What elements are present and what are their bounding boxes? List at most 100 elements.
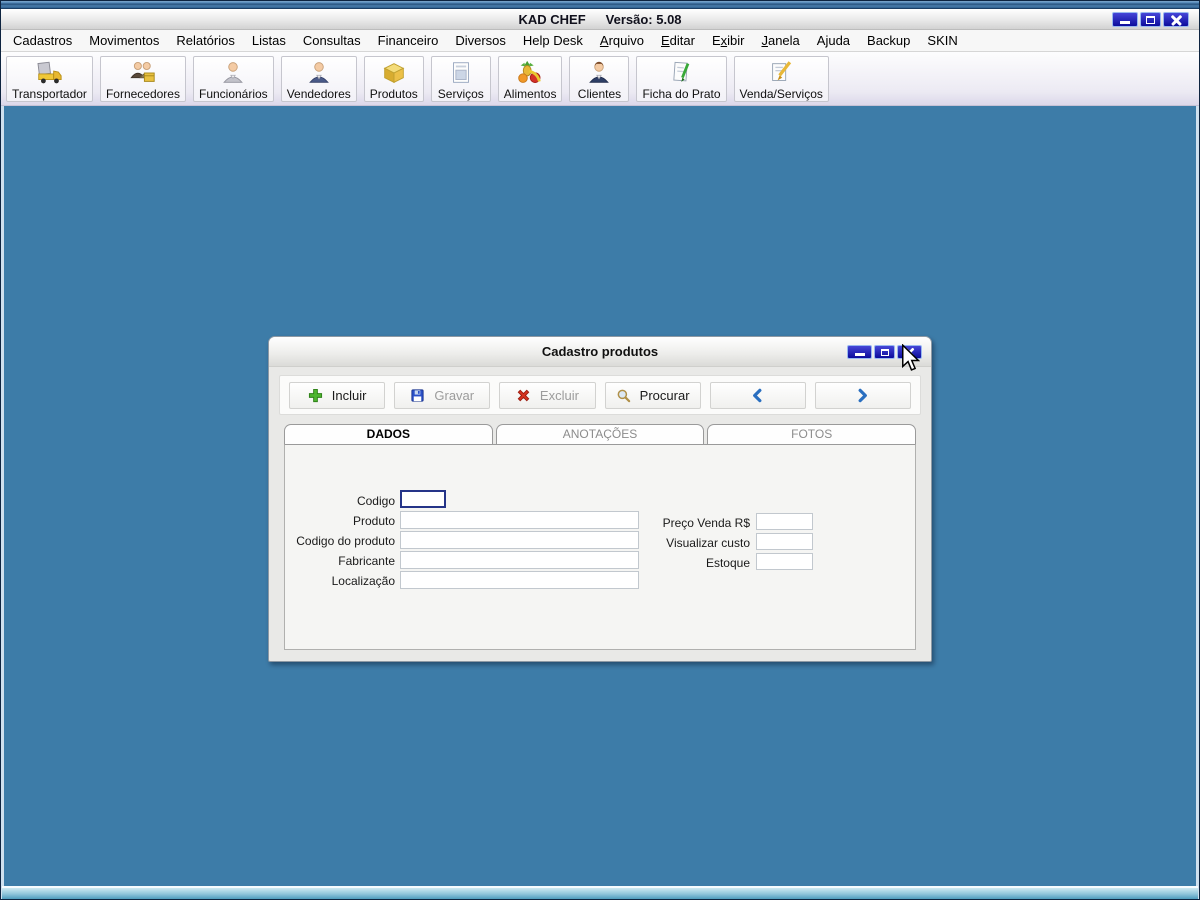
close-icon	[1171, 15, 1182, 25]
localizacao-input[interactable]	[400, 571, 639, 589]
menu-relatorios[interactable]: Relatórios	[176, 33, 235, 48]
fabricante-input[interactable]	[400, 551, 639, 569]
toolbar-label: Transportador	[12, 86, 87, 101]
previous-record-button[interactable]	[709, 381, 806, 409]
toolbar-produtos[interactable]: Produtos	[363, 55, 424, 102]
menu-ajuda[interactable]: Ajuda	[817, 33, 850, 48]
procurar-label: Procurar	[639, 387, 690, 403]
menu-backup[interactable]: Backup	[867, 33, 910, 48]
app-name: KAD CHEF	[518, 11, 586, 27]
menu-arquivo[interactable]: Arquivo	[600, 33, 644, 48]
window-frame-bottom	[2, 886, 1198, 899]
app-version: Versão: 5.08	[605, 11, 682, 27]
menu-skin[interactable]: SKIN	[927, 33, 957, 48]
toolbar: Transportador Fornecedores Funcionários …	[1, 52, 1199, 106]
dialog-minimize-button[interactable]	[847, 345, 872, 359]
preco-venda-input[interactable]	[756, 513, 813, 530]
tab-dados[interactable]: DADOS	[284, 424, 493, 444]
gravar-button[interactable]: Gravar	[394, 381, 491, 409]
toolbar-label: Vendedores	[286, 86, 351, 101]
tab-fotos[interactable]: FOTOS	[707, 424, 917, 444]
minimize-icon	[1120, 21, 1130, 24]
delete-x-icon	[517, 389, 530, 401]
toolbar-label: Serviços	[437, 86, 484, 101]
toolbar-transportador[interactable]: Transportador	[6, 55, 93, 102]
menu-janela[interactable]: Janela	[761, 33, 799, 48]
window-title: KAD CHEF Versão: 5.08	[518, 12, 681, 27]
toolbar-label: Fornecedores	[105, 86, 180, 101]
dialog-close-button[interactable]	[897, 345, 922, 359]
gravar-label: Gravar	[434, 387, 475, 403]
toolbar-venda-servicos[interactable]: Venda/Serviços	[733, 55, 829, 102]
dialog-tabs: DADOS ANOTAÇÕES FOTOS	[284, 424, 917, 444]
add-plus-icon	[308, 388, 322, 402]
save-floppy-icon	[411, 388, 424, 402]
fabricante-label: Fabricante	[338, 554, 395, 568]
codigo-input[interactable]	[400, 490, 446, 508]
minimize-button[interactable]	[1112, 12, 1138, 27]
incluir-button[interactable]: Incluir	[289, 381, 386, 409]
product-box-icon	[380, 59, 408, 87]
menu-exibir[interactable]: Exibir	[712, 33, 745, 48]
procurar-button[interactable]: Procurar	[604, 381, 701, 409]
services-doc-icon	[447, 59, 475, 87]
tab-anotacoes[interactable]: ANOTAÇÕES	[495, 424, 705, 444]
close-button[interactable]	[1163, 12, 1189, 27]
incluir-label: Incluir	[331, 387, 367, 403]
menu-movimentos[interactable]: Movimentos	[89, 33, 159, 48]
codigo-do-produto-input[interactable]	[400, 531, 639, 549]
employee-icon	[219, 59, 247, 87]
dialog-maximize-button[interactable]	[874, 345, 895, 359]
codigo-do-produto-label: Codigo do produto	[296, 534, 395, 548]
maximize-icon	[880, 348, 889, 356]
next-chevron-icon	[859, 388, 868, 402]
toolbar-funcionarios[interactable]: Funcionários	[192, 55, 274, 102]
maximize-icon	[1146, 15, 1155, 24]
excluir-label: Excluir	[539, 387, 579, 403]
toolbar-fornecedores[interactable]: Fornecedores	[99, 55, 186, 102]
visualizar-custo-label: Visualizar custo	[666, 536, 750, 550]
next-record-button[interactable]	[814, 381, 912, 409]
visualizar-custo-input[interactable]	[756, 533, 813, 550]
maximize-button[interactable]	[1140, 12, 1161, 27]
dialog-titlebar[interactable]: Cadastro produtos	[269, 337, 931, 367]
excluir-button[interactable]: Excluir	[499, 381, 596, 409]
toolbar-alimentos[interactable]: Alimentos	[497, 55, 563, 102]
produto-input[interactable]	[400, 511, 639, 529]
close-icon	[905, 348, 914, 357]
menu-editar[interactable]: Editar	[661, 33, 695, 48]
search-magnifier-icon	[617, 389, 630, 402]
toolbar-label: Clientes	[577, 86, 622, 101]
toolbar-servicos[interactable]: Serviços	[430, 55, 491, 102]
toolbar-label: Venda/Serviços	[739, 86, 823, 101]
toolbar-clientes[interactable]: Clientes	[569, 55, 630, 102]
truck-icon	[35, 59, 63, 87]
menu-cadastros[interactable]: Cadastros	[13, 33, 72, 48]
window-frame-top	[1, 1, 1199, 9]
foods-icon	[516, 59, 544, 87]
vendor-icon	[305, 59, 333, 87]
preco-venda-label: Preço Venda R$	[662, 516, 750, 530]
dialog-button-bar: Incluir Gravar Excluir Procurar	[279, 375, 921, 415]
main-titlebar[interactable]: KAD CHEF Versão: 5.08	[1, 9, 1199, 30]
dish-sheet-icon	[667, 59, 695, 87]
menu-consultas[interactable]: Consultas	[303, 33, 361, 48]
toolbar-ficha-do-prato[interactable]: Ficha do Prato	[636, 55, 727, 102]
prev-chevron-icon	[753, 388, 762, 402]
codigo-label: Codigo	[356, 494, 395, 508]
menu-listas[interactable]: Listas	[252, 33, 286, 48]
menu-help-desk[interactable]: Help Desk	[523, 33, 583, 48]
dialog-cadastro-produtos: Cadastro produtos Incluir Gravar Excluir…	[268, 336, 932, 662]
menu-financeiro[interactable]: Financeiro	[378, 33, 439, 48]
dialog-title: Cadastro produtos	[541, 344, 659, 359]
menu-diversos[interactable]: Diversos	[455, 33, 506, 48]
estoque-input[interactable]	[756, 553, 813, 570]
toolbar-label: Ficha do Prato	[642, 86, 721, 101]
produto-label: Produto	[352, 514, 395, 528]
sale-pencil-icon	[767, 59, 795, 87]
toolbar-vendedores[interactable]: Vendedores	[280, 55, 357, 102]
window-controls	[1112, 12, 1189, 27]
estoque-label: Estoque	[705, 556, 750, 570]
toolbar-label: Alimentos	[503, 86, 557, 101]
dados-tab-panel: Codigo Produto Codigo do produto Fabrica…	[284, 444, 916, 650]
